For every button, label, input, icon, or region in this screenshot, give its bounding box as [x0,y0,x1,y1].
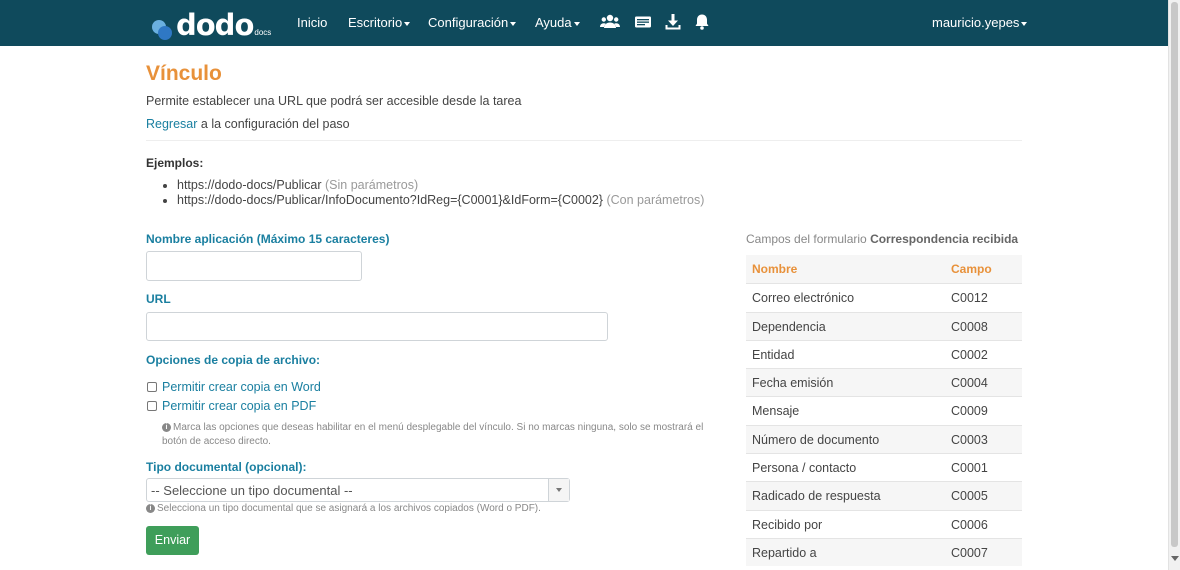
page-description: Permite establecer una URL que podrá ser… [146,94,522,108]
chevron-down-icon [404,21,411,26]
table-row: Dependencia C0008 [746,311,1022,340]
logo-subtext: docs [254,28,272,37]
row-name: Número de documento [752,432,880,447]
row-name: Persona / contacto [752,461,857,476]
row-name: Mensaje [752,404,800,419]
table-header: Nombre Campo [746,255,1022,284]
nav-ayuda-label: Ayuda [535,15,572,30]
users-icon[interactable] [600,13,620,31]
row-code: C0004 [951,376,988,391]
row-code: C0005 [951,489,988,504]
table-row: Número de documento C0003 [746,424,1022,454]
row-code: C0002 [951,347,988,362]
table-row: Radicado de respuesta C0005 [746,481,1022,510]
url-input[interactable] [146,312,608,341]
user-name: mauricio.yepes [932,15,1020,30]
info-icon: i [162,422,171,432]
chevron-down-icon [510,21,517,26]
fields-table: Nombre Campo Correo electrónico C0012 Depe… [746,255,1022,567]
back-link[interactable]: Regresar [146,117,197,131]
chevron-down-icon [573,21,580,26]
examples-list: https://dodo-docs/Publicar (Sin parámetr… [166,178,704,208]
row-code: C0003 [951,432,988,447]
table-row: Mensaje C0009 [746,396,1022,424]
nav-inicio[interactable]: Inicio [297,15,327,30]
row-name: Recibido por [752,517,823,532]
row-name: Entidad [752,347,795,362]
back-line: Regresar a la configuración del paso [146,117,350,131]
download-icon[interactable] [664,13,682,31]
chevron-down-icon [1021,21,1028,26]
table-row: Correo electrónico C0012 [746,283,1022,311]
select-toggle[interactable] [548,479,569,501]
caption-form-name: Correspondencia recibida [870,232,1019,246]
nav-escritorio-label: Escritorio [348,15,403,30]
page-title: Vínculo [146,62,222,85]
row-name: Repartido a [752,545,817,560]
row-code: C0012 [951,291,988,306]
table-row: Recibido por C0006 [746,509,1022,538]
copy-word-checkbox[interactable] [147,382,157,392]
id-card-icon[interactable] [634,13,652,31]
table-row: Repartido a C0007 [746,537,1022,567]
scroll-down-arrow-icon[interactable] [1171,556,1179,561]
nav-configuracion-label: Configuración [428,15,509,30]
row-name: Fecha emisión [752,376,834,391]
list-item: https://dodo-docs/Publicar/InfoDocumento… [177,193,704,208]
row-name: Correo electrónico [752,291,855,306]
list-item: https://dodo-docs/Publicar (Sin parámetr… [177,178,704,193]
nav-ayuda[interactable]: Ayuda [535,15,580,30]
page-scrollbar[interactable] [1168,0,1180,570]
doctype-label: Tipo documental (opcional): [146,460,307,474]
doctype-select[interactable]: -- Seleccione un tipo documental -- [146,478,570,502]
row-code: C0006 [951,517,988,532]
nav-escritorio[interactable]: Escritorio [348,15,411,30]
fields-table-caption: Campos del formulario Correspondencia re… [746,232,1018,246]
header-code: Campo [951,262,992,276]
row-code: C0001 [951,461,988,476]
nav-inicio-label: Inicio [297,15,328,30]
example-note: (Sin parámetros) [325,178,419,192]
copy-help-body: Marca las opciones que deseas habilitar … [162,422,704,447]
example-note: (Con parámetros) [606,193,705,207]
header-name: Nombre [752,262,798,276]
back-line-text: a la configuración del paso [197,117,350,131]
user-menu[interactable]: mauricio.yepes [932,15,1028,30]
example-url: https://dodo-docs/Publicar/InfoDocumento… [177,193,603,207]
doctype-selected-value: -- Seleccione un tipo documental -- [151,483,353,498]
scrollbar-thumb[interactable] [1171,2,1178,547]
row-code: C0007 [951,545,988,560]
logo-mark-icon [152,14,174,40]
table-row: Fecha emisión C0004 [746,368,1022,397]
top-navbar: dodo docs Inicio Escritorio Configuració… [0,0,1168,46]
caret-down-icon [556,488,562,492]
bell-icon[interactable] [693,13,711,31]
app-name-input[interactable] [146,251,362,281]
row-name: Dependencia [752,319,826,334]
url-label: URL [146,292,171,306]
copy-pdf-checkbox[interactable] [147,401,157,411]
info-icon: i [146,503,155,513]
doctype-help-body: Selecciona un tipo documental que se asi… [157,503,541,514]
copy-pdf-label[interactable]: Permitir crear copia en PDF [162,399,316,413]
nav-configuracion[interactable]: Configuración [428,15,517,30]
copy-options-label: Opciones de copia de archivo: [146,353,321,367]
table-row: Entidad C0002 [746,339,1022,368]
example-url: https://dodo-docs/Publicar [177,178,322,192]
examples-heading: Ejemplos: [146,156,204,170]
row-code: C0009 [951,404,988,419]
logo-text: dodo [176,8,254,42]
row-name: Radicado de respuesta [752,489,881,504]
row-code: C0008 [951,319,988,334]
table-row: Persona / contacto C0001 [746,453,1022,481]
caption-prefix: Campos del formulario [746,232,871,246]
divider [146,140,1022,141]
dodo-docs-logo[interactable]: dodo docs [152,8,271,40]
app-name-label: Nombre aplicación (Máximo 15 caracteres) [146,232,390,246]
submit-button[interactable]: Enviar [146,526,199,555]
doctype-help-text: i Selecciona un tipo documental que se as… [146,502,746,516]
copy-help-text: i Marca las opciones que deseas habilitar… [162,421,722,449]
copy-word-label[interactable]: Permitir crear copia en Word [162,380,321,394]
